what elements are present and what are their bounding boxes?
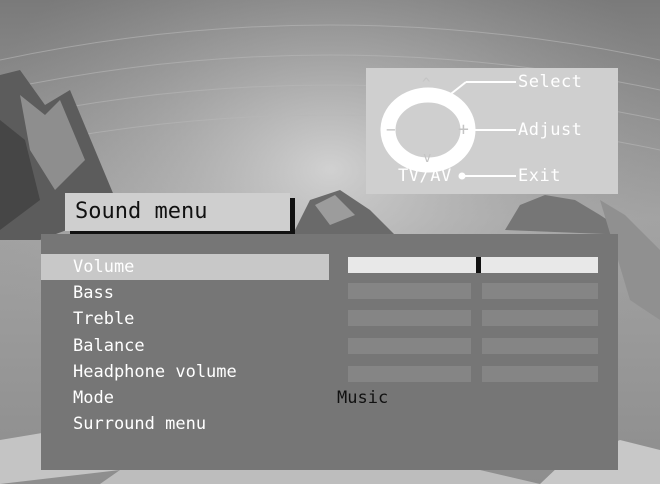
menu-item-mode[interactable]: Mode — [41, 385, 329, 411]
slider-track-left — [348, 257, 476, 273]
menu-item-treble[interactable]: Treble — [41, 306, 329, 332]
slider-track-left — [348, 338, 471, 354]
tv-av-button-label: TV/AV — [398, 166, 452, 186]
slider-track-right — [482, 366, 598, 382]
slider-track-left — [348, 283, 471, 299]
slider-track-right — [480, 257, 598, 273]
slider-track-right — [482, 310, 598, 326]
menu-title-box: Sound menu — [65, 193, 290, 231]
adjust-hint: Adjust — [518, 120, 583, 140]
minus-icon: − — [386, 120, 397, 139]
menu-item-label: Surround menu — [73, 414, 207, 434]
slider-track-left — [348, 366, 471, 382]
slider-track-left — [348, 310, 471, 326]
headphone-volume-slider[interactable] — [348, 366, 598, 382]
treble-slider[interactable] — [348, 310, 598, 326]
menu-item-surround-menu[interactable]: Surround menu — [41, 411, 329, 437]
remote-hint-panel: ^ v − + Select Adjust Exit TV/AV — [366, 68, 618, 194]
balance-slider[interactable] — [348, 338, 598, 354]
plus-icon: + — [458, 119, 470, 140]
menu-title: Sound menu — [75, 199, 208, 224]
menu-item-label: Headphone volume — [73, 362, 237, 382]
sound-menu-panel: Volume Bass Treble Balance Headphone vol… — [41, 234, 618, 470]
menu-item-label: Treble — [73, 309, 135, 329]
menu-item-label: Balance — [73, 336, 145, 356]
menu-item-balance[interactable]: Balance — [41, 333, 329, 359]
menu-item-volume[interactable]: Volume — [41, 254, 329, 280]
menu-item-label: Volume — [73, 257, 135, 277]
exit-hint: Exit — [518, 166, 561, 186]
down-arrow-icon: v — [423, 150, 432, 166]
slider-track-right — [482, 283, 598, 299]
menu-item-label: Mode — [73, 388, 114, 408]
select-hint: Select — [518, 72, 583, 92]
slider-track-right — [482, 338, 598, 354]
slider-thumb[interactable] — [476, 257, 481, 273]
up-arrow-icon: ^ — [422, 76, 431, 92]
menu-item-headphone-volume[interactable]: Headphone volume — [41, 359, 329, 385]
bass-slider[interactable] — [348, 283, 598, 299]
mode-value: Music — [337, 388, 389, 408]
volume-slider[interactable] — [348, 257, 598, 273]
menu-item-label: Bass — [73, 283, 114, 303]
menu-item-bass[interactable]: Bass — [41, 280, 329, 306]
